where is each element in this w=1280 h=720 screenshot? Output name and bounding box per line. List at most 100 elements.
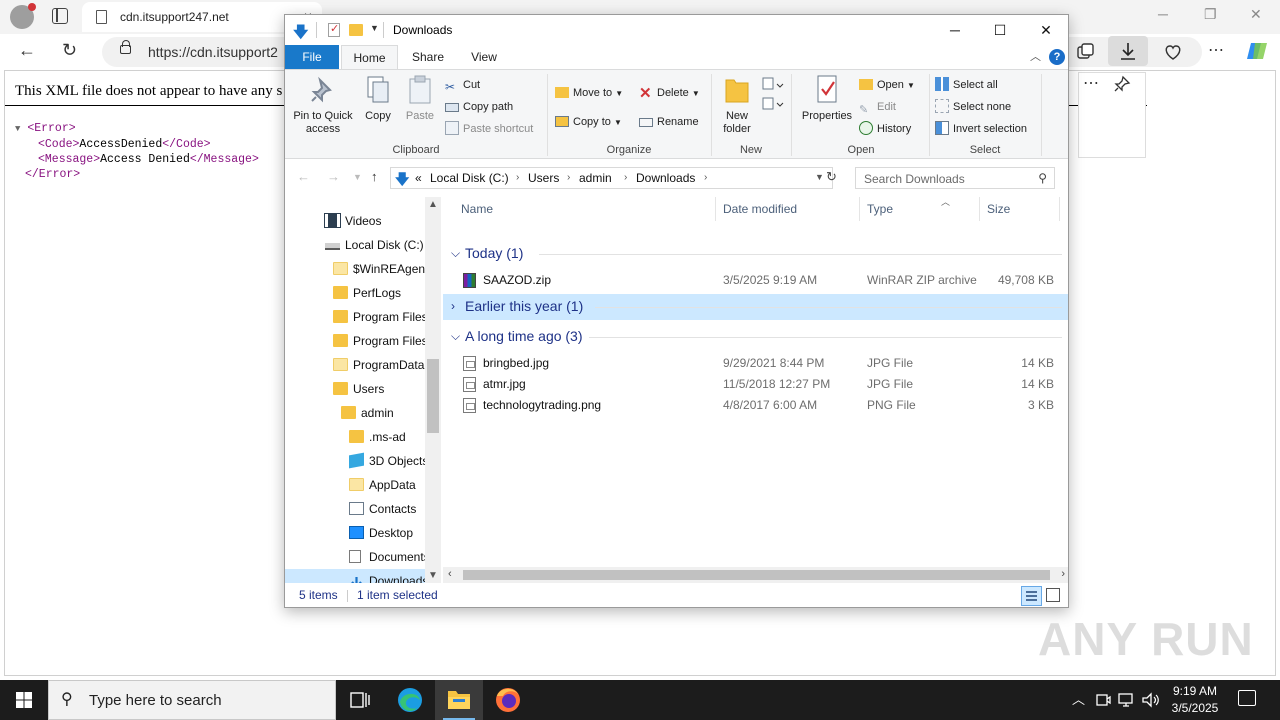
- scroll-thumb[interactable]: [427, 359, 439, 433]
- scroll-left-icon[interactable]: ‹: [448, 568, 452, 580]
- copilot-icon[interactable]: [1245, 39, 1271, 63]
- pin-icon[interactable]: [1113, 75, 1131, 93]
- volume-icon[interactable]: [1141, 691, 1161, 709]
- nav-item[interactable]: PerfLogs: [285, 281, 425, 305]
- file-row[interactable]: bringbed.jpg 9/29/2021 8:44 PM JPG File 14 …: [443, 353, 1068, 374]
- pin-to-quick-access-button[interactable]: Pin to Quick access: [291, 74, 355, 136]
- open-button[interactable]: Open ▼: [859, 76, 915, 94]
- chevron-right-icon[interactable]: ›: [516, 172, 519, 183]
- profile-avatar[interactable]: [10, 3, 36, 29]
- horizontal-scrollbar[interactable]: ‹ ›: [443, 567, 1068, 583]
- maximize-button[interactable]: ☐: [977, 19, 1023, 43]
- address-dropdown-icon[interactable]: ▼: [815, 172, 824, 182]
- nav-item[interactable]: AppData: [285, 473, 425, 497]
- nav-item[interactable]: ProgramData: [285, 353, 425, 377]
- meet-now-icon[interactable]: [1094, 691, 1112, 709]
- new-folder-quick-icon[interactable]: [349, 24, 363, 36]
- collections-icon[interactable]: [1075, 42, 1095, 62]
- address-overflow[interactable]: «: [415, 171, 422, 185]
- customize-quick-access-icon[interactable]: ▼: [370, 23, 379, 33]
- taskbar-clock[interactable]: 9:19 AM 3/5/2025: [1160, 683, 1230, 717]
- minimize-button[interactable]: ─: [932, 19, 978, 43]
- network-icon[interactable]: [1117, 691, 1137, 709]
- nav-item[interactable]: Users: [285, 377, 425, 401]
- copy-to-button[interactable]: Copy to ▼: [555, 113, 622, 131]
- address-segment[interactable]: Downloads: [636, 171, 695, 185]
- group-header-earlier-this-year[interactable]: › Earlier this year (1): [443, 294, 1068, 320]
- scroll-up-icon[interactable]: ▲: [428, 199, 438, 210]
- history-button[interactable]: History: [859, 120, 911, 138]
- chevron-right-icon[interactable]: ›: [624, 172, 627, 183]
- column-header-name[interactable]: Name: [461, 197, 493, 221]
- browser-restore-button[interactable]: ❐: [1204, 6, 1217, 23]
- cut-button[interactable]: ✂ Cut: [445, 76, 480, 94]
- address-segment[interactable]: admin: [579, 171, 612, 185]
- task-view-button[interactable]: [336, 680, 384, 720]
- nav-item[interactable]: Program Files: [285, 305, 425, 329]
- scroll-down-icon[interactable]: ▼: [428, 570, 438, 581]
- address-segment[interactable]: Local Disk (C:): [430, 171, 509, 185]
- nav-item[interactable]: Program Files: [285, 329, 425, 353]
- help-icon[interactable]: ?: [1049, 49, 1065, 65]
- explorer-address-bar[interactable]: 🡇 « Local Disk (C:) › Users › admin › Do…: [390, 167, 833, 189]
- file-row[interactable]: SAAZOD.zip 3/5/2025 9:19 AM WinRAR ZIP arc…: [443, 270, 1068, 291]
- scroll-right-icon[interactable]: ›: [1061, 568, 1065, 580]
- tab-actions-icon[interactable]: [52, 8, 68, 24]
- column-header-type[interactable]: Type: [867, 197, 893, 221]
- group-header-today[interactable]: ⌵ Today (1): [443, 241, 1068, 267]
- tab-share[interactable]: Share: [403, 45, 453, 69]
- nav-item[interactable]: .ms-ad: [285, 425, 425, 449]
- file-row[interactable]: atmr.jpg 11/5/2018 12:27 PM JPG File 14 KB: [443, 374, 1068, 395]
- nav-item[interactable]: 3D Objects: [285, 449, 425, 473]
- details-view-icon[interactable]: [1021, 586, 1042, 606]
- copy-button[interactable]: Copy: [361, 74, 395, 123]
- copy-path-button[interactable]: Copy path: [445, 98, 513, 116]
- back-button[interactable]: ←: [18, 40, 36, 61]
- scroll-thumb[interactable]: [463, 570, 1050, 580]
- column-header-date[interactable]: Date modified: [723, 197, 797, 221]
- recent-locations-icon[interactable]: ▼: [353, 172, 362, 182]
- forward-arrow-icon[interactable]: →: [327, 169, 340, 184]
- browser-close-button[interactable]: ✕: [1250, 6, 1262, 23]
- quick-access-download-icon[interactable]: 🡇: [293, 22, 308, 47]
- reload-button[interactable]: ↻: [62, 40, 77, 61]
- select-none-button[interactable]: Select none: [935, 98, 1011, 116]
- tab-home[interactable]: Home: [341, 45, 398, 69]
- nav-item[interactable]: Local Disk (C:): [285, 233, 425, 257]
- column-header-size[interactable]: Size: [987, 197, 1010, 221]
- xml-line-error-open[interactable]: ▼ <Error>: [15, 121, 259, 137]
- taskbar-search-input[interactable]: ⚲ Type here to search: [48, 680, 336, 720]
- collapse-triangle-icon[interactable]: ▼: [15, 124, 20, 134]
- large-icons-view-icon[interactable]: [1046, 588, 1060, 602]
- nav-scrollbar[interactable]: ▲ ▼: [425, 197, 441, 583]
- lock-icon[interactable]: [120, 40, 131, 54]
- downloads-button[interactable]: [1108, 36, 1148, 66]
- up-arrow-icon[interactable]: ↑: [371, 169, 378, 184]
- tab-view[interactable]: View: [455, 45, 513, 69]
- nav-item[interactable]: Contacts: [285, 497, 425, 521]
- delete-button[interactable]: ✕ Delete ▼: [639, 84, 700, 102]
- browser-minimize-button[interactable]: ─: [1158, 6, 1168, 22]
- tray-overflow-icon[interactable]: ︿: [1072, 689, 1085, 708]
- chevron-right-icon[interactable]: ›: [567, 172, 570, 183]
- taskbar-firefox[interactable]: [484, 680, 532, 720]
- performance-icon[interactable]: [1162, 42, 1184, 62]
- properties-button[interactable]: Properties: [797, 74, 857, 123]
- nav-item[interactable]: Videos: [285, 209, 425, 233]
- close-button[interactable]: ✕: [1023, 19, 1068, 43]
- panel-more-icon[interactable]: ⋯: [1083, 73, 1099, 93]
- group-header-long-ago[interactable]: ⌵ A long time ago (3): [443, 324, 1068, 350]
- paste-shortcut-button[interactable]: Paste shortcut: [445, 120, 533, 138]
- move-to-button[interactable]: Move to ▼: [555, 84, 623, 102]
- address-segment[interactable]: Users: [528, 171, 559, 185]
- chevron-right-icon[interactable]: ›: [704, 172, 707, 183]
- taskbar-file-explorer[interactable]: [435, 680, 483, 720]
- refresh-icon[interactable]: ↻: [826, 169, 837, 185]
- paste-button[interactable]: Paste: [401, 74, 439, 123]
- nav-item[interactable]: Documents: [285, 545, 425, 569]
- notification-center-icon[interactable]: [1238, 690, 1256, 706]
- file-row[interactable]: technologytrading.png 4/8/2017 6:00 AM PNG…: [443, 395, 1068, 416]
- back-arrow-icon[interactable]: ←: [297, 169, 310, 184]
- nav-item[interactable]: Desktop: [285, 521, 425, 545]
- edit-button[interactable]: ✎ Edit: [859, 98, 896, 116]
